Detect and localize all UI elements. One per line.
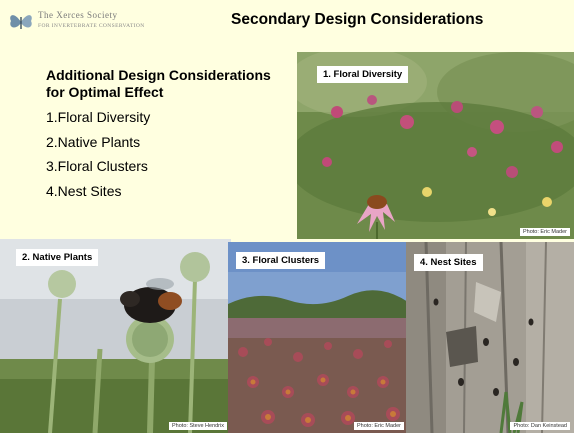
floral-clusters-photo: 3. Floral Clusters Photo: Eric Mader	[228, 242, 408, 433]
coneflower-field-image	[228, 242, 408, 433]
slide-header: The Xerces Society FOR INVERTEBRATE CONS…	[0, 0, 574, 44]
xerces-logo: The Xerces Society FOR INVERTEBRATE CONS…	[8, 7, 183, 37]
photo-label: 4. Nest Sites	[414, 254, 483, 271]
photo-label: 1. Floral Diversity	[317, 66, 409, 83]
photo-label: 2. Native Plants	[16, 249, 99, 266]
org-tagline: FOR INVERTEBRATE CONSERVATION	[38, 23, 145, 29]
content-block: Additional Design Considerations for Opt…	[46, 67, 286, 203]
photo-credit: Photo: Dan Keinstead	[510, 422, 570, 430]
butterfly-icon	[10, 15, 32, 29]
slide-title: Secondary Design Considerations	[231, 11, 484, 28]
bumblebee-thistle-image	[0, 239, 231, 433]
consideration-list: 1.Floral Diversity 2.Native Plants 3.Flo…	[46, 105, 286, 203]
list-item: 4.Nest Sites	[46, 182, 122, 199]
nest-sites-photo: 4. Nest Sites Photo: Dan Keinstead	[406, 242, 574, 433]
floral-diversity-photo: 1. Floral Diversity Photo: Eric Mader	[297, 52, 574, 239]
photo-credit: Photo: Eric Mader	[519, 228, 570, 236]
photo-credit: Photo: Steve Hendrix	[169, 422, 227, 430]
photo-credit: Photo: Eric Mader	[353, 422, 404, 430]
org-name: The Xerces Society	[38, 10, 118, 20]
list-item: 2.Native Plants	[46, 133, 141, 150]
content-heading: Additional Design Considerations for Opt…	[46, 67, 271, 100]
native-plants-photo: 2. Native Plants Photo: Steve Hendrix	[0, 239, 231, 433]
photo-label: 3. Floral Clusters	[236, 252, 326, 269]
list-item: 1.Floral Diversity	[46, 109, 151, 125]
list-item: 3.Floral Clusters	[46, 158, 148, 174]
